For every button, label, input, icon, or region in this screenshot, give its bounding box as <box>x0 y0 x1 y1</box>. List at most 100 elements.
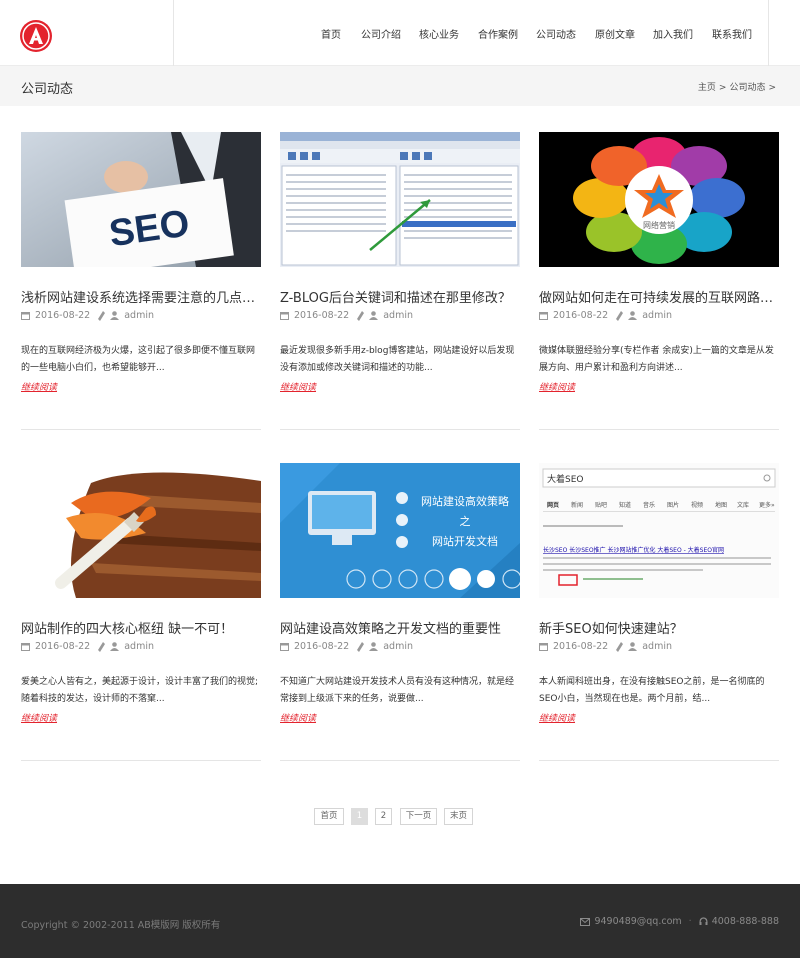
calendar-icon <box>21 643 30 651</box>
footer-separator: · <box>688 916 692 927</box>
pagination-page-1[interactable]: 1 <box>351 808 368 825</box>
svg-text:网站开发文档: 网站开发文档 <box>432 534 498 548</box>
post-date: 2016-08-22 <box>294 641 350 652</box>
post-meta: 2016-08-22 admin <box>539 310 672 321</box>
read-more-link[interactable]: 继续阅读 <box>280 711 316 724</box>
nav-item-articles[interactable]: 原创文章 <box>595 26 635 41</box>
user-icon <box>628 642 638 651</box>
user-icon <box>369 642 379 651</box>
post-title[interactable]: 网站制作的四大核心枢纽 缺一不可！ <box>21 618 261 637</box>
post-date: 2016-08-22 <box>553 310 609 321</box>
nav-item-contact[interactable]: 联系我们 <box>712 26 752 41</box>
breadcrumb-current[interactable]: 公司动态 <box>729 83 765 93</box>
search-result-image: 大着SEO 网页 新闻 贴吧 知道 音乐 图片 视频 地图 文库 更多» 长沙S… <box>539 463 779 598</box>
pagination-page-2[interactable]: 2 <box>375 808 392 825</box>
network-marketing-image: 网络营销 <box>539 132 779 267</box>
footer-contacts: 9490489@qq.com · 4008-888-888 <box>580 916 779 927</box>
user-icon <box>110 642 120 651</box>
pen-icon <box>357 641 365 652</box>
post-author[interactable]: admin <box>642 310 672 321</box>
post-date: 2016-08-22 <box>553 641 609 652</box>
user-icon <box>110 311 120 320</box>
pen-icon <box>616 310 624 321</box>
post-card: 网站制作的四大核心枢纽 缺一不可！ 2016-08-22 admin 爱美之心人… <box>21 463 261 761</box>
read-more-link[interactable]: 继续阅读 <box>539 711 575 724</box>
post-meta: 2016-08-22 admin <box>21 641 154 652</box>
page-title: 公司动态 <box>21 82 74 97</box>
pen-icon <box>98 310 106 321</box>
paintbrush-image <box>21 463 261 598</box>
post-author[interactable]: admin <box>124 641 154 652</box>
nav-item-cases[interactable]: 合作案例 <box>478 26 518 41</box>
mail-icon <box>580 917 591 926</box>
pagination-first[interactable]: 首页 <box>314 808 344 825</box>
svg-text:地图: 地图 <box>715 501 727 509</box>
svg-text:图片: 图片 <box>667 501 679 509</box>
footer-email[interactable]: 9490489@qq.com <box>594 916 681 927</box>
svg-text:网络营销: 网络营销 <box>643 220 675 230</box>
post-author[interactable]: admin <box>383 641 413 652</box>
svg-text:视频: 视频 <box>691 501 703 509</box>
post-thumbnail[interactable]: SEO <box>21 132 261 267</box>
post-thumbnail[interactable]: 网站建设高效策略 之 网站开发文档 <box>280 463 520 598</box>
svg-text:贴吧: 贴吧 <box>595 501 607 509</box>
seo-card-image: SEO <box>21 132 261 267</box>
site-header: 首页 公司介绍 核心业务 合作案例 公司动态 原创文章 加入我们 联系我们 <box>0 0 800 66</box>
read-more-link[interactable]: 继续阅读 <box>280 380 316 393</box>
breadcrumb-separator: > <box>718 83 727 93</box>
post-author[interactable]: admin <box>642 641 672 652</box>
post-thumbnail[interactable]: 网络营销 <box>539 132 779 267</box>
nav-item-home[interactable]: 首页 <box>321 26 341 41</box>
post-author[interactable]: admin <box>383 310 413 321</box>
post-title[interactable]: Z-BLOG后台关键词和描述在那里修改？ <box>280 287 520 306</box>
breadcrumb-separator: > <box>768 83 776 93</box>
site-logo[interactable] <box>20 20 52 52</box>
svg-text:音乐: 音乐 <box>643 501 655 509</box>
pen-icon <box>616 641 624 652</box>
site-footer: Copyright © 2002-2011 AB模版网 版权所有 9490489… <box>0 884 800 958</box>
page-title-bar: 公司动态 主页 > 公司动态 > <box>0 66 800 106</box>
post-title[interactable]: 网站建设高效策略之开发文档的重要性 <box>280 618 520 637</box>
post-excerpt: 爱美之心人皆有之，美起源于设计，设计丰富了我们的视觉;随着科技的发达，设计师的不… <box>21 677 259 704</box>
read-more-link[interactable]: 继续阅读 <box>21 380 57 393</box>
post-title[interactable]: 浅析网站建设系统选择需要注意的几点事项 <box>21 287 261 306</box>
post-excerpt: 不知道广大网站建设开发技术人员有没有这种情况，就是经常接到上级派下来的任务，说要… <box>280 677 515 704</box>
nav-item-business[interactable]: 核心业务 <box>419 26 459 41</box>
svg-text:更多»: 更多» <box>759 501 775 509</box>
pagination-last[interactable]: 末页 <box>444 808 473 825</box>
post-card: 大着SEO 网页 新闻 贴吧 知道 音乐 图片 视频 地图 文库 更多» 长沙S… <box>539 463 779 761</box>
header-divider <box>768 0 769 66</box>
post-excerpt: 微媒体联盟经验分享(专栏作者 余成安)上一篇的文章是从发展方向、用户累计和盈利方… <box>539 346 774 373</box>
read-more-link[interactable]: 继续阅读 <box>539 380 575 393</box>
post-excerpt: 本人新闻科班出身，在没有接触SEO之前，是一名彻底的SEO小白，当然现在也是。两… <box>539 677 765 704</box>
nav-item-about[interactable]: 公司介绍 <box>361 26 401 41</box>
nav-item-news[interactable]: 公司动态 <box>536 26 576 41</box>
pagination-next[interactable]: 下一页 <box>400 808 437 825</box>
pen-icon <box>357 310 365 321</box>
calendar-icon <box>539 643 548 651</box>
footer-phone[interactable]: 4008-888-888 <box>712 916 779 927</box>
post-title[interactable]: 做网站如何走在可持续发展的互联网路上？ <box>539 287 779 306</box>
post-date: 2016-08-22 <box>294 310 350 321</box>
post-thumbnail[interactable] <box>21 463 261 598</box>
headset-icon <box>699 917 708 925</box>
post-date: 2016-08-22 <box>35 310 91 321</box>
svg-text:网站建设高效策略: 网站建设高效策略 <box>421 494 509 508</box>
post-meta: 2016-08-22 admin <box>280 641 413 652</box>
post-thumbnail[interactable] <box>280 132 520 267</box>
dev-doc-image: 网站建设高效策略 之 网站开发文档 <box>280 463 520 598</box>
breadcrumb-home[interactable]: 主页 <box>698 83 716 93</box>
post-meta: 2016-08-22 admin <box>539 641 672 652</box>
post-card: Z-BLOG后台关键词和描述在那里修改？ 2016-08-22 admin 最近… <box>280 132 520 430</box>
breadcrumb: 主页 > 公司动态 > <box>698 80 779 93</box>
calendar-icon <box>539 312 548 320</box>
post-title[interactable]: 新手SEO如何快速建站？ <box>539 618 779 637</box>
post-excerpt: 现在的互联网经济极为火爆，这引起了很多即便不懂互联网的一些电脑小白们，也希望能够… <box>21 346 256 373</box>
post-meta: 2016-08-22 admin <box>21 310 154 321</box>
nav-item-join[interactable]: 加入我们 <box>653 26 693 41</box>
post-excerpt: 最近发现很多新手用z-blog博客建站，网站建设好以后发现没有添加或修改关键词和… <box>280 346 515 373</box>
copyright-text: Copyright © 2002-2011 AB模版网 版权所有 <box>21 920 221 931</box>
post-thumbnail[interactable]: 大着SEO 网页 新闻 贴吧 知道 音乐 图片 视频 地图 文库 更多» 长沙S… <box>539 463 779 598</box>
post-author[interactable]: admin <box>124 310 154 321</box>
read-more-link[interactable]: 继续阅读 <box>21 711 57 724</box>
